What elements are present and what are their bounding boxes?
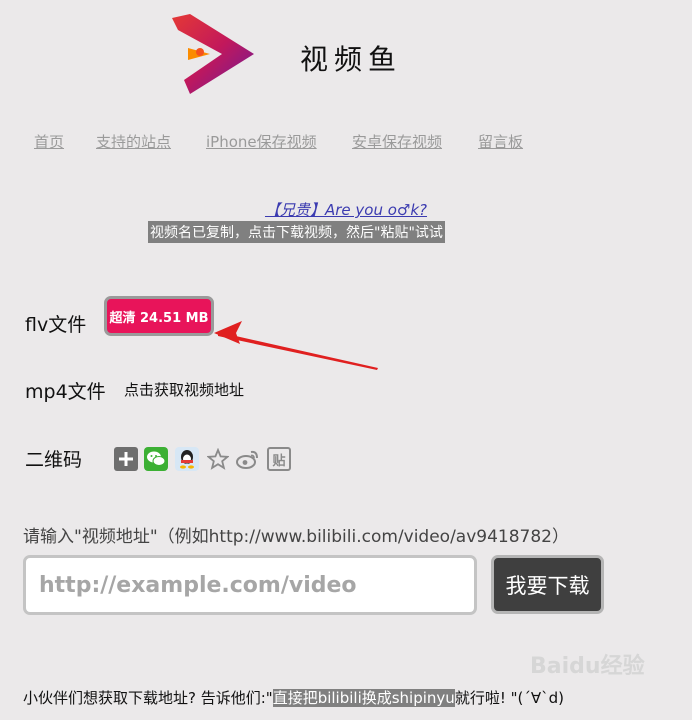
- weibo-icon[interactable]: [236, 447, 260, 471]
- video-url-input[interactable]: [23, 555, 477, 615]
- nav-iphone-save[interactable]: iPhone保存视频: [206, 131, 317, 152]
- logo-icon: [172, 14, 254, 94]
- flv-label: flv文件: [25, 314, 87, 336]
- url-instruction: 请输入"视频地址"（例如http://www.bilibili.com/vide…: [23, 527, 569, 547]
- nav-home[interactable]: 首页: [34, 131, 64, 152]
- nav-supported-sites[interactable]: 支持的站点: [96, 131, 171, 152]
- mp4-get-url-link[interactable]: 点击获取视频地址: [124, 379, 244, 400]
- copied-hint: 视频名已复制，点击下载视频，然后"粘贴"试试: [148, 221, 445, 243]
- red-arrow-annotation: [214, 321, 378, 370]
- tip-highlight: 直接把bilibili换成shipinyu: [272, 689, 455, 707]
- main-nav: 首页 支持的站点 iPhone保存视频 安卓保存视频 留言板: [0, 131, 692, 153]
- footer-tip: 小伙伴们想获取下载地址? 告诉他们:"直接把bilibili换成shipinyu…: [23, 687, 564, 708]
- flv-download-button[interactable]: 超清 24.51 MB: [104, 296, 214, 336]
- wechat-icon[interactable]: [144, 447, 168, 471]
- nav-android-save[interactable]: 安卓保存视频: [352, 131, 442, 152]
- site-name: 视频鱼: [300, 43, 403, 76]
- qq-icon[interactable]: [175, 447, 199, 471]
- tieba-icon[interactable]: 贴: [267, 447, 291, 471]
- download-submit-button[interactable]: 我要下载: [491, 555, 604, 614]
- star-icon[interactable]: [206, 447, 230, 471]
- tip-prefix: 小伙伴们想获取下载地址? 告诉他们:": [23, 689, 273, 707]
- tip-suffix: 就行啦! "(´∀`d): [454, 689, 564, 707]
- baidu-watermark: Baidu经验: [530, 654, 645, 679]
- qr-label: 二维码: [25, 449, 83, 471]
- nav-guestbook[interactable]: 留言板: [478, 131, 523, 152]
- mp4-label: mp4文件: [25, 381, 106, 403]
- video-title-link[interactable]: 【兄贵】Are you o♂k?: [0, 199, 692, 220]
- plus-icon[interactable]: [114, 447, 138, 471]
